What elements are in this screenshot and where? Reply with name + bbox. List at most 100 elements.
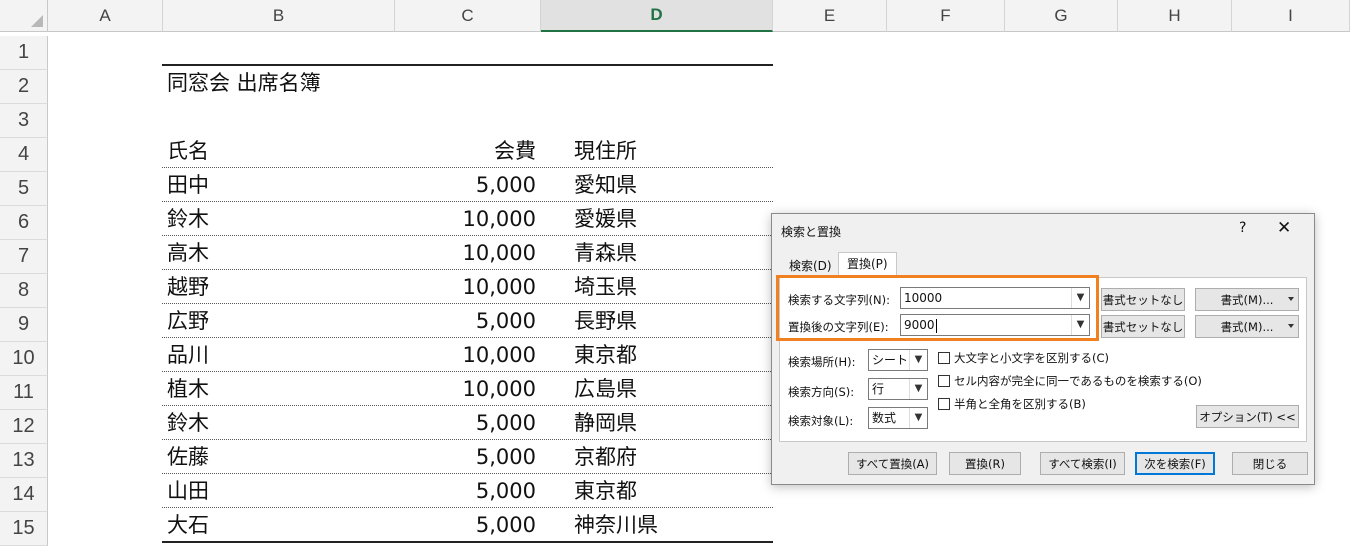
match-case-label: 大文字と小文字を区別する(C) [954,351,1110,365]
replace-format-label: 書式(M)... [1220,319,1274,334]
cell-fee[interactable]: 10,000 [395,202,536,236]
select-all-triangle-icon [31,15,43,27]
row-header-13[interactable]: 13 [0,444,48,478]
cell-fee[interactable]: 10,000 [395,236,536,270]
find-format-button[interactable]: 書式(M)... [1195,288,1299,311]
cell-name[interactable]: 田中 [167,168,209,202]
replace-all-button[interactable]: すべて置換(A) [848,452,937,475]
cell-fee[interactable]: 10,000 [395,372,536,406]
row-header-3[interactable]: 3 [0,104,48,138]
row-header-6[interactable]: 6 [0,206,48,240]
search-direction-label: 検索方向(S): [788,385,855,399]
cell-name[interactable]: 高木 [167,236,209,270]
find-all-button[interactable]: すべて検索(I) [1040,452,1125,475]
chevron-down-icon[interactable]: ▼ [909,350,927,370]
help-button[interactable]: ? [1239,220,1246,236]
look-in-select[interactable]: 数式 ▼ [868,407,928,429]
column-header-c[interactable]: C [395,0,541,32]
cell-name[interactable]: 越野 [167,270,209,304]
header-address[interactable]: 現住所 [574,134,637,168]
match-byte-label: 半角と全角を区別する(B) [954,397,1086,411]
cell-address[interactable]: 東京都 [574,338,637,372]
column-header-e[interactable]: E [773,0,887,32]
cell-address[interactable]: 青森県 [574,236,637,270]
cell-fee[interactable]: 5,000 [395,304,536,338]
dropdown-arrow-icon [1288,324,1294,328]
replace-no-format-button[interactable]: 書式セットなし [1101,315,1185,338]
cell-fee[interactable]: 5,000 [395,406,536,440]
cell-address[interactable]: 埼玉県 [574,270,637,304]
cell-fee[interactable]: 10,000 [395,338,536,372]
cell-address[interactable]: 愛媛県 [574,202,637,236]
match-entire-checkbox[interactable]: セル内容が完全に同一であるものを検索する(O) [938,373,1202,389]
chevron-down-icon[interactable]: ▼ [909,379,927,399]
cell-fee[interactable]: 5,000 [395,474,536,508]
select-all-corner[interactable] [0,0,48,32]
cell-name[interactable]: 広野 [167,304,209,338]
options-button[interactable]: オプション(T) << [1196,405,1299,428]
find-replace-dialog: 検索と置換 ? ✕ 検索(D) 置換(P) 検索する文字列(N): 10000 … [771,213,1315,485]
look-in-value: 数式 [872,411,897,425]
column-header-b[interactable]: B [163,0,395,32]
row-header-11[interactable]: 11 [0,376,48,410]
column-header-a[interactable]: A [48,0,163,32]
find-format-label: 書式(M)... [1220,292,1274,307]
cell-address[interactable]: 広島県 [574,372,637,406]
cell-fee[interactable]: 5,000 [395,440,536,474]
row-header-5[interactable]: 5 [0,172,48,206]
cell-fee[interactable]: 5,000 [395,168,536,202]
row-header-10[interactable]: 10 [0,342,48,376]
column-header-h[interactable]: H [1118,0,1232,32]
cell-name[interactable]: 鈴木 [167,406,209,440]
cell-fee[interactable]: 10,000 [395,270,536,304]
checkbox-icon [938,398,950,410]
cell-address[interactable]: 東京都 [574,474,637,508]
cell-address[interactable]: 静岡県 [574,406,637,440]
cell-address[interactable]: 愛知県 [574,168,637,202]
row-header-14[interactable]: 14 [0,478,48,512]
find-no-format-button[interactable]: 書式セットなし [1101,288,1185,311]
find-next-button[interactable]: 次を検索(F) [1135,452,1215,475]
row-header-4[interactable]: 4 [0,138,48,172]
chevron-down-icon[interactable]: ▼ [909,408,927,428]
match-entire-label: セル内容が完全に同一であるものを検索する(O) [954,374,1202,388]
row-header-7[interactable]: 7 [0,240,48,274]
cell-name[interactable]: 品川 [167,338,209,372]
cell-address[interactable]: 京都府 [574,440,637,474]
row-header-2[interactable]: 2 [0,70,48,104]
within-select[interactable]: シート ▼ [868,349,928,371]
close-button[interactable]: 閉じる [1232,452,1308,475]
column-header-i[interactable]: I [1232,0,1350,32]
row-header-9[interactable]: 9 [0,308,48,342]
match-byte-checkbox[interactable]: 半角と全角を区別する(B) [938,396,1086,412]
cell-address[interactable]: 長野県 [574,304,637,338]
cell-fee[interactable]: 5,000 [395,508,536,542]
row-header-12[interactable]: 12 [0,410,48,444]
cell-address[interactable]: 神奈川県 [574,508,658,542]
search-direction-value: 行 [872,382,885,396]
row-header-8[interactable]: 8 [0,274,48,308]
column-header-d[interactable]: D [541,0,773,32]
dropdown-arrow-icon [1288,297,1294,301]
cell-name[interactable]: 鈴木 [167,202,209,236]
checkbox-icon [938,352,950,364]
annotation-highlight-box [776,275,1099,341]
cell-name[interactable]: 大石 [167,508,209,542]
cell-name[interactable]: 山田 [167,474,209,508]
header-fee[interactable]: 会費 [395,134,536,168]
cell-name[interactable]: 植木 [167,372,209,406]
within-label: 検索場所(H): [788,355,856,369]
search-direction-select[interactable]: 行 ▼ [868,378,928,400]
cell-name[interactable]: 佐藤 [167,440,209,474]
row-header-1[interactable]: 1 [0,36,48,70]
replace-format-button[interactable]: 書式(M)... [1195,315,1299,338]
row-header-15[interactable]: 15 [0,512,48,546]
column-header-f[interactable]: F [887,0,1005,32]
close-icon[interactable]: ✕ [1277,218,1291,238]
header-name[interactable]: 氏名 [167,134,209,168]
match-case-checkbox[interactable]: 大文字と小文字を区別する(C) [938,350,1109,366]
replace-button[interactable]: 置換(R) [949,452,1021,475]
column-header-g[interactable]: G [1005,0,1118,32]
within-value: シート [872,353,909,367]
sheet-title[interactable]: 同窓会 出席名簿 [167,66,321,100]
